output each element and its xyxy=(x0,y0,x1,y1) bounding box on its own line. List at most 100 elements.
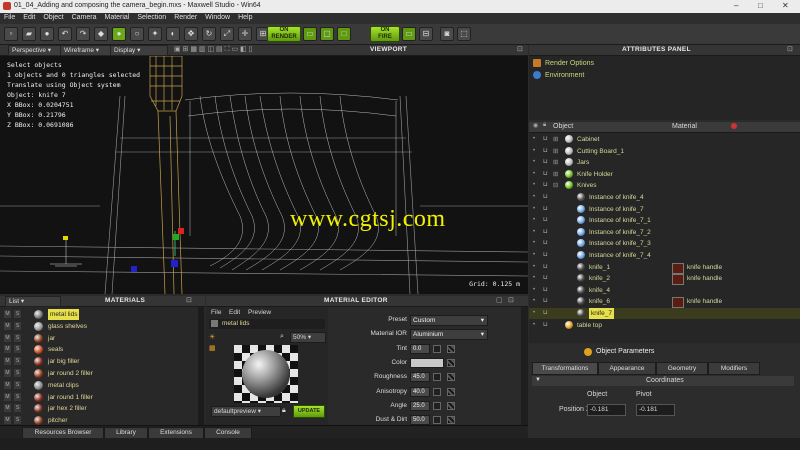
position-x-object-input[interactable]: -0.181 xyxy=(587,404,626,416)
sphere-icon[interactable]: ● xyxy=(40,27,54,41)
expand-toggle-icon[interactable]: ⊞ xyxy=(553,134,558,145)
property-checkbox[interactable] xyxy=(433,387,441,396)
object-row[interactable]: • ⊔ ⊞ Cabinet xyxy=(529,134,800,145)
tab-appearance[interactable]: Appearance xyxy=(598,362,656,375)
gizmo-y-handle[interactable] xyxy=(173,234,179,240)
gizmo-x-handle[interactable] xyxy=(178,228,184,234)
material-m-toggle[interactable]: M xyxy=(4,357,11,366)
fire-settings-icon[interactable]: ⊟ xyxy=(419,27,433,41)
lock-toggle-icon[interactable]: ⊔ xyxy=(543,227,548,238)
material-swatch-icon[interactable] xyxy=(672,262,684,274)
visibility-toggle-icon[interactable]: • xyxy=(533,273,535,284)
render-button[interactable]: ON RENDER xyxy=(267,26,301,42)
position-x-pivot-input[interactable]: -0.181 xyxy=(636,404,675,416)
object-row[interactable]: • ⊔ Instance of knife_4 xyxy=(529,192,800,203)
material-m-toggle[interactable]: M xyxy=(4,380,11,389)
visibility-toggle-icon[interactable]: • xyxy=(533,250,535,261)
rotate-icon[interactable]: ↻ xyxy=(202,27,216,41)
lock-toggle-icon[interactable]: ⊔ xyxy=(543,192,548,203)
materials-pin-icon[interactable]: ⊡ xyxy=(186,296,192,304)
render-preview-icon[interactable]: □ xyxy=(337,27,351,41)
tab-transformations[interactable]: Transformations xyxy=(532,362,598,375)
lock-toggle-icon[interactable]: ⊔ xyxy=(543,296,548,307)
material-swatch-icon[interactable] xyxy=(672,274,684,286)
fire-region-icon[interactable]: ▭ xyxy=(402,27,416,41)
property-checkbox[interactable] xyxy=(433,373,441,382)
expand-toggle-icon[interactable]: ⊞ xyxy=(553,146,558,157)
menu-file[interactable]: File xyxy=(0,13,19,22)
texture-slot[interactable] xyxy=(447,416,455,425)
menu-window[interactable]: Window xyxy=(201,13,234,22)
lock-toggle-icon[interactable]: ⊔ xyxy=(543,262,548,273)
property-checkbox[interactable] xyxy=(433,401,441,410)
tab-modifiers[interactable]: Modifiers xyxy=(708,362,760,375)
tab-geometry[interactable]: Geometry xyxy=(656,362,708,375)
pivot-icon[interactable]: ✛ xyxy=(238,27,252,41)
zoom-dropdown[interactable]: 50% ▾ xyxy=(290,332,326,343)
checker-icon[interactable]: ▦ xyxy=(209,344,216,352)
material-row[interactable]: M Sjar hex 2 filler xyxy=(0,403,200,414)
expand-toggle-icon[interactable]: ⊞ xyxy=(553,157,558,168)
visibility-toggle-icon[interactable]: • xyxy=(533,238,535,249)
texture-slot[interactable] xyxy=(447,358,455,367)
display-dropdown[interactable]: Display ▾ xyxy=(110,45,168,56)
material-s-toggle[interactable]: S xyxy=(14,345,21,354)
visibility-toggle-icon[interactable]: • xyxy=(533,134,535,145)
lock-toggle-icon[interactable]: ⊔ xyxy=(543,320,548,331)
material-m-toggle[interactable]: M xyxy=(4,345,11,354)
object-row[interactable]: • ⊔ ⊞ Cutting Board_1 xyxy=(529,146,800,157)
expand-toggle-icon[interactable]: ⊞ xyxy=(553,169,558,180)
viewport-layout-icons[interactable]: ▣ ⊞ ▦ ▥ ◫ ▤ ⛶ ▭ ◧ ▯ xyxy=(174,45,252,54)
attributes-pin-icon[interactable]: ⊡ xyxy=(787,45,793,53)
texture-slot[interactable] xyxy=(447,401,455,410)
materials-scrollbar[interactable] xyxy=(198,307,204,425)
material-editor-pin-icon[interactable]: ⊡ xyxy=(508,296,514,304)
object-row[interactable]: • ⊔ ⊟ Knives xyxy=(529,180,800,191)
property-input[interactable]: 40.0 xyxy=(410,386,430,397)
scale-icon[interactable]: ⤢ xyxy=(220,27,234,41)
material-row[interactable]: M Sjar xyxy=(0,333,200,344)
object-row[interactable]: • ⊔ Instance of knife_7_2 xyxy=(529,227,800,238)
visibility-toggle-icon[interactable]: • xyxy=(533,227,535,238)
object-row[interactable]: • ⊔ Instance of knife_7_4 xyxy=(529,250,800,261)
me-menu-file[interactable]: File xyxy=(211,309,221,316)
preview-mode-dropdown[interactable]: defaultpreview ▾ xyxy=(211,406,281,417)
white-sphere-icon[interactable]: ○ xyxy=(130,27,144,41)
expand-toggle-icon[interactable]: ⊟ xyxy=(553,180,558,191)
viewport-canvas[interactable]: Select objects 1 objects and 0 triangles… xyxy=(0,56,528,294)
material-row[interactable]: M Sjar round 2 filler xyxy=(0,368,200,379)
property-input[interactable]: 50.0 xyxy=(410,415,430,426)
menu-render[interactable]: Render xyxy=(170,13,201,22)
me-menu-preview[interactable]: Preview xyxy=(248,309,271,316)
object-row[interactable]: • ⊔ ⊞ Knife Holder xyxy=(529,169,800,180)
visibility-toggle-icon[interactable]: • xyxy=(533,262,535,273)
object-row[interactable]: • ⊔ knife_6 knife handle xyxy=(529,296,800,309)
property-input[interactable]: 45.0 xyxy=(410,372,430,383)
material-m-toggle[interactable]: M xyxy=(4,333,11,342)
render-options-item[interactable]: Render Options xyxy=(533,59,594,67)
material-row[interactable]: M Spitcher xyxy=(0,415,200,425)
camera-icon[interactable]: ◙ xyxy=(440,27,454,41)
visibility-toggle-icon[interactable]: • xyxy=(533,320,535,331)
property-dropdown[interactable]: Custom ▾ xyxy=(410,315,488,326)
property-checkbox[interactable] xyxy=(433,416,441,425)
menu-help[interactable]: Help xyxy=(234,13,256,22)
object-row[interactable]: • ⊔ knife_7 xyxy=(529,308,800,319)
new-file-icon[interactable]: ▫ xyxy=(4,27,18,41)
maximize-button[interactable]: □ xyxy=(758,1,763,10)
material-s-toggle[interactable]: S xyxy=(14,357,21,366)
update-button[interactable]: UPDATE xyxy=(293,405,325,418)
lock-toggle-icon[interactable]: ⊔ xyxy=(543,169,548,180)
lock-toggle-icon[interactable]: ⊔ xyxy=(543,204,548,215)
material-s-toggle[interactable]: S xyxy=(14,392,21,401)
coordinates-section[interactable]: ▼ Coordinates xyxy=(532,376,794,386)
visibility-toggle-icon[interactable]: • xyxy=(533,204,535,215)
property-checkbox[interactable] xyxy=(433,344,441,353)
visibility-toggle-icon[interactable]: • xyxy=(533,215,535,226)
object-column-header[interactable]: Object xyxy=(553,123,573,130)
render-blowup-icon[interactable]: ▢ xyxy=(320,27,334,41)
fire-button[interactable]: ON FIRE xyxy=(370,26,400,42)
texture-slot[interactable] xyxy=(447,373,455,382)
materials-list-dropdown[interactable]: List ▾ xyxy=(5,296,61,307)
zoom-icon[interactable]: ⌕ xyxy=(280,333,284,341)
